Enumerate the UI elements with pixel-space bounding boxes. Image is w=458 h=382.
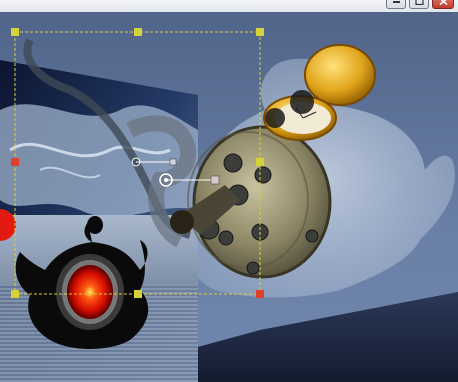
skew-handle[interactable]: [210, 175, 220, 185]
resize-handle-bottom-left[interactable]: [11, 290, 19, 298]
minimize-icon: [392, 0, 401, 4]
scene-artwork: [0, 0, 458, 382]
maximize-button[interactable]: [409, 0, 429, 9]
resize-handle-bottom-right[interactable]: [256, 290, 264, 298]
maximize-icon: [414, 0, 424, 5]
resize-handle-top[interactable]: [134, 28, 142, 36]
rotate-handle[interactable]: [169, 158, 177, 166]
resize-handle-bottom[interactable]: [134, 290, 142, 298]
resize-handle-top-left[interactable]: [11, 28, 19, 36]
minimize-button[interactable]: [386, 0, 406, 9]
close-icon: [438, 0, 448, 5]
close-button[interactable]: [432, 0, 454, 9]
resize-handle-left[interactable]: [11, 158, 19, 166]
image-canvas[interactable]: [0, 0, 458, 382]
resize-handle-top-right[interactable]: [256, 28, 264, 36]
resize-handle-right[interactable]: [256, 158, 264, 166]
